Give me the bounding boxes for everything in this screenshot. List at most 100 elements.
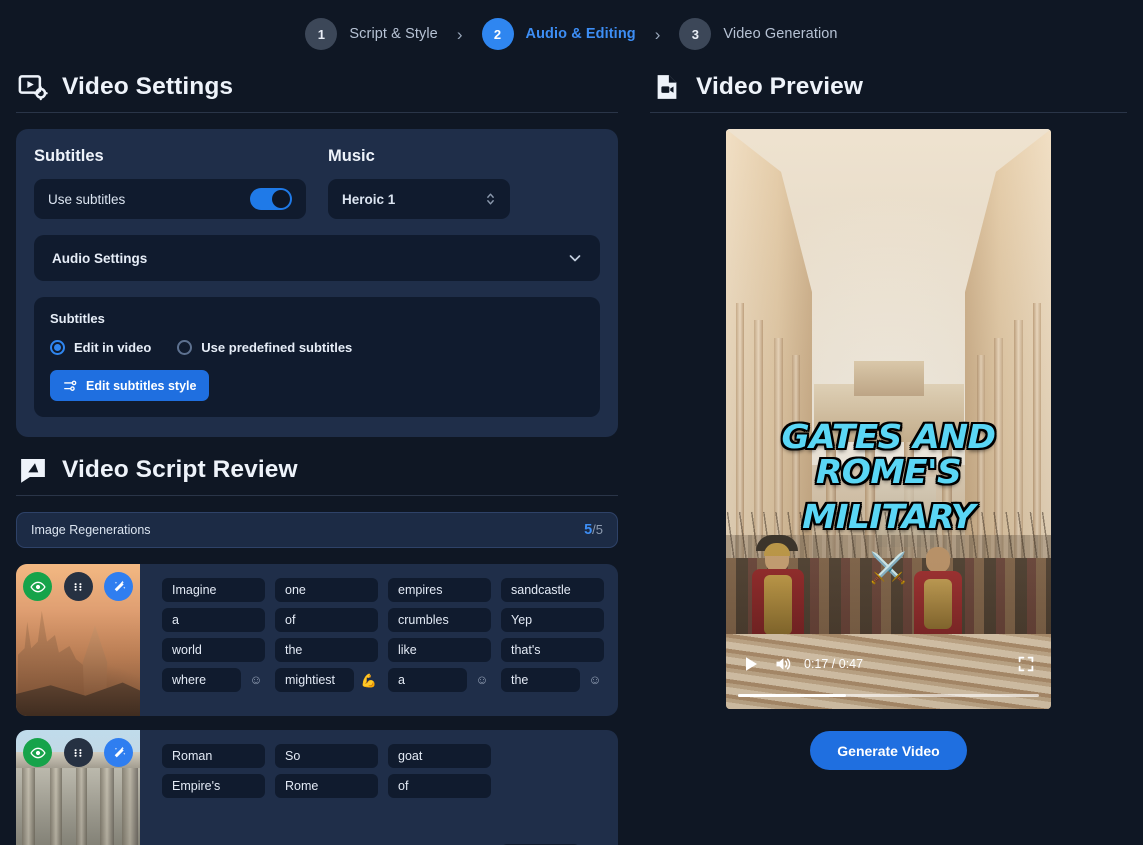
word-chip[interactable]: a xyxy=(162,608,265,632)
script-divider xyxy=(16,495,618,496)
preview-scene-button[interactable] xyxy=(23,572,52,601)
magic-wand-icon xyxy=(111,579,127,595)
preview-divider xyxy=(650,112,1127,113)
word-chip[interactable]: of xyxy=(275,608,378,632)
word-column: right ☺ xyxy=(501,744,604,845)
subtitle-line-2: Military xyxy=(728,499,1049,534)
word-chip[interactable]: the xyxy=(275,638,378,662)
word-chip[interactable]: world xyxy=(162,638,265,662)
video-time-display: 0:17 / 0:47 xyxy=(804,657,863,671)
radio-edit-in-video-label: Edit in video xyxy=(74,340,151,355)
radio-edit-in-video-dot xyxy=(50,340,65,355)
drag-handle-button[interactable] xyxy=(64,572,93,601)
step-video-generation[interactable]: 3 Video Generation xyxy=(679,18,837,50)
step-separator-1: › xyxy=(457,26,463,43)
chevron-down-icon xyxy=(568,251,582,265)
word-row: world xyxy=(162,638,265,662)
wizard-stepper: 1 Script & Style › 2 Audio & Editing › 3… xyxy=(0,0,1143,60)
radio-edit-in-video[interactable]: Edit in video xyxy=(50,340,151,355)
word-chip[interactable]: that's xyxy=(501,638,604,662)
word-chip[interactable]: a xyxy=(388,668,467,692)
emoji-picker-button[interactable]: 💪 xyxy=(360,674,378,687)
emoji-picker-button[interactable]: ☺ xyxy=(586,674,604,687)
emoji-picker-button[interactable]: ☺ xyxy=(247,674,265,687)
volume-icon xyxy=(774,655,792,673)
word-chip[interactable]: of xyxy=(388,774,491,798)
word-chip[interactable]: crumbles xyxy=(388,608,491,632)
preview-scene-button[interactable] xyxy=(23,738,52,767)
script-scene-row: Imagine a world where ☺ one of the mi xyxy=(16,564,618,716)
word-chip[interactable]: where xyxy=(162,668,241,692)
regenerate-image-button[interactable] xyxy=(104,572,133,601)
image-regenerations-count: 5/5 xyxy=(584,522,603,538)
subtitles-group-label: Subtitles xyxy=(34,147,306,166)
word-row: goat xyxy=(388,744,491,768)
word-chip[interactable]: empires xyxy=(388,578,491,602)
settings-card: Subtitles Use subtitles Music Heroic 1 xyxy=(16,129,618,437)
scene-thumbnail-actions xyxy=(16,572,140,601)
use-subtitles-toggle[interactable] xyxy=(250,188,292,210)
settings-divider xyxy=(16,112,618,113)
word-column: So Rome xyxy=(275,744,378,845)
word-row: empires xyxy=(388,578,491,602)
grid-dots-icon xyxy=(70,745,86,761)
word-chip[interactable]: Imagine xyxy=(162,578,265,602)
video-controls: 0:17 / 0:47 xyxy=(726,641,1051,709)
radio-use-predefined[interactable]: Use predefined subtitles xyxy=(177,340,352,355)
word-row: that's xyxy=(501,638,604,662)
word-chip[interactable]: the xyxy=(501,668,580,692)
overlay-emoji: ⚔️ xyxy=(870,554,907,584)
left-column: Video Settings Subtitles Use subtitles xyxy=(0,60,634,845)
step-2-number: 2 xyxy=(482,18,514,50)
scene-thumbnail[interactable] xyxy=(16,730,140,845)
scene-word-columns: Roman Empire's So Rome goat of right xyxy=(140,730,618,845)
music-select[interactable]: Heroic 1 xyxy=(328,179,510,219)
word-row: sandcastle xyxy=(501,578,604,602)
word-chip[interactable]: Roman xyxy=(162,744,265,768)
volume-button[interactable] xyxy=(774,655,792,673)
audio-settings-accordion[interactable]: Audio Settings xyxy=(34,235,600,281)
step-audio-and-editing[interactable]: 2 Audio & Editing xyxy=(482,18,636,50)
video-player[interactable]: ⚔️ Gates and Rome's Military xyxy=(726,129,1051,709)
subtitles-subpanel-title: Subtitles xyxy=(50,311,584,326)
music-block: Music Heroic 1 xyxy=(328,147,510,219)
word-chip[interactable]: sandcastle xyxy=(501,578,604,602)
step-1-number: 1 xyxy=(305,18,337,50)
play-icon xyxy=(742,655,760,673)
edit-subtitles-style-button[interactable]: Edit subtitles style xyxy=(50,370,209,401)
video-progress-bar[interactable] xyxy=(738,694,1039,697)
script-review-icon xyxy=(18,455,48,485)
word-chip[interactable]: like xyxy=(388,638,491,662)
word-chip[interactable]: mightiest xyxy=(275,668,354,692)
scene-thumbnail[interactable] xyxy=(16,564,140,716)
word-column: empires crumbles like a ☺ xyxy=(388,578,491,702)
step-separator-2: › xyxy=(655,26,661,43)
word-row: like xyxy=(388,638,491,662)
use-subtitles-field: Use subtitles xyxy=(34,179,306,219)
word-chip[interactable]: Yep xyxy=(501,608,604,632)
video-settings-icon xyxy=(18,72,48,102)
word-chip[interactable]: Empire's xyxy=(162,774,265,798)
video-preview-icon xyxy=(652,72,682,102)
video-subtitle-overlay: Gates and Rome's Military xyxy=(726,419,1051,534)
regenerate-image-button[interactable] xyxy=(104,738,133,767)
step-script-and-style[interactable]: 1 Script & Style xyxy=(305,18,437,50)
eye-icon xyxy=(30,745,46,761)
word-row: where ☺ xyxy=(162,668,265,692)
fullscreen-button[interactable] xyxy=(1017,655,1035,673)
audio-settings-label: Audio Settings xyxy=(52,251,147,266)
word-chip[interactable]: Rome xyxy=(275,774,378,798)
word-chip[interactable]: goat xyxy=(388,744,491,768)
emoji-picker-button[interactable]: ☺ xyxy=(473,674,491,687)
regenerations-total: /5 xyxy=(592,522,603,537)
drag-handle-button[interactable] xyxy=(64,738,93,767)
word-row: Imagine xyxy=(162,578,265,602)
word-chip[interactable]: So xyxy=(275,744,378,768)
play-button[interactable] xyxy=(742,655,760,673)
app-root: 1 Script & Style › 2 Audio & Editing › 3… xyxy=(0,0,1143,845)
step-2-label: Audio & Editing xyxy=(526,26,636,42)
generate-video-button[interactable]: Generate Video xyxy=(810,731,966,770)
scene-thumbnail-actions xyxy=(16,738,140,767)
scene-word-columns: Imagine a world where ☺ one of the mi xyxy=(140,564,618,716)
word-chip[interactable]: one xyxy=(275,578,378,602)
